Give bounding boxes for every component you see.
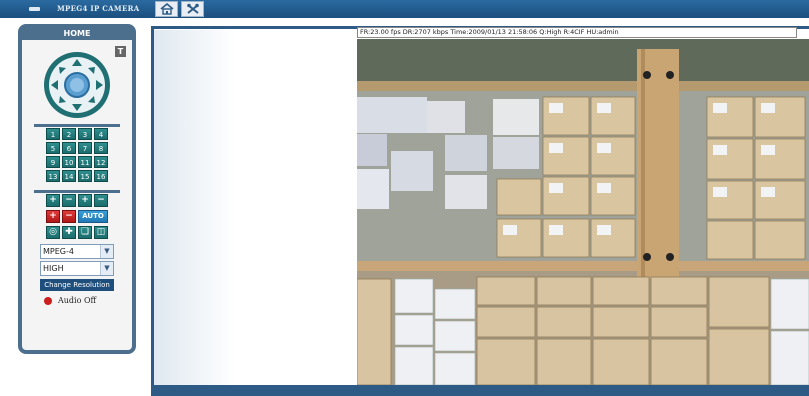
zoom-in-button[interactable]: + [46,194,60,207]
ptz-control[interactable] [42,50,112,120]
change-resolution-button[interactable]: Change Resolution [40,279,114,291]
focus-far-button[interactable]: − [94,194,108,207]
t-button[interactable]: T [115,46,126,57]
auto-button[interactable]: AUTO [78,210,108,223]
preset-button[interactable]: 1 [46,128,60,140]
zoom-out-button[interactable]: − [62,194,76,207]
camera-controls: + − + − + − AUTO ◎ ✚ ❏ ◫ [46,194,112,242]
patrol-button[interactable]: ◎ [46,226,60,239]
iris-close-button[interactable]: − [62,210,76,223]
record-button[interactable]: ◫ [94,226,108,239]
preset-button[interactable]: 15 [78,170,92,182]
preset-button[interactable]: 6 [62,142,76,154]
home-icon [159,3,174,15]
quality-select-value: HIGH [43,264,64,273]
background-fade [154,30,356,385]
divider [34,124,120,127]
top-bar: MPEG4 IP CAMERA [0,0,809,18]
codec-select-value: MPEG-4 [43,247,74,256]
divider [34,190,120,193]
settings-button[interactable] [181,1,204,17]
codec-select[interactable]: MPEG-4 ▼ [40,244,114,259]
audio-label: Audio Off [58,296,97,305]
center-button[interactable]: ✚ [62,226,76,239]
chevron-down-icon: ▼ [100,262,113,275]
preset-button[interactable]: 11 [78,156,92,168]
home-button[interactable] [155,1,178,17]
snapshot-button[interactable]: ❏ [78,226,92,239]
preset-button[interactable]: 16 [94,170,108,182]
preset-button[interactable]: 4 [94,128,108,140]
preset-button[interactable]: 12 [94,156,108,168]
speaker-icon [44,296,52,305]
iris-open-button[interactable]: + [46,210,60,223]
preset-button[interactable]: 5 [46,142,60,154]
focus-near-button[interactable]: + [78,194,92,207]
preset-button[interactable]: 9 [46,156,60,168]
panel-title: HOME [63,29,91,38]
preset-button[interactable]: 14 [62,170,76,182]
preset-grid: 1 2 3 4 5 6 7 8 9 10 11 12 13 14 15 16 [46,128,110,182]
audio-toggle[interactable]: Audio Off [44,296,96,305]
preset-button[interactable]: 8 [94,142,108,154]
app-title: MPEG4 IP CAMERA [57,4,140,13]
control-panel: HOME T 1 2 3 4 5 6 7 8 9 10 11 12 13 14 … [18,24,136,354]
video-status-bar: FR:23.00 fps DR:2707 kbps Time:2009/01/1… [357,27,797,38]
preset-button[interactable]: 13 [46,170,60,182]
tools-icon [186,3,199,14]
preset-button[interactable]: 7 [78,142,92,154]
camera-image [357,39,809,385]
preset-button[interactable]: 3 [78,128,92,140]
preset-button[interactable]: 2 [62,128,76,140]
video-feed[interactable] [357,39,809,385]
bottom-bar [154,385,809,396]
logo-icon [29,7,40,11]
quality-select[interactable]: HIGH ▼ [40,261,114,276]
preset-button[interactable]: 10 [62,156,76,168]
chevron-down-icon: ▼ [100,245,113,258]
